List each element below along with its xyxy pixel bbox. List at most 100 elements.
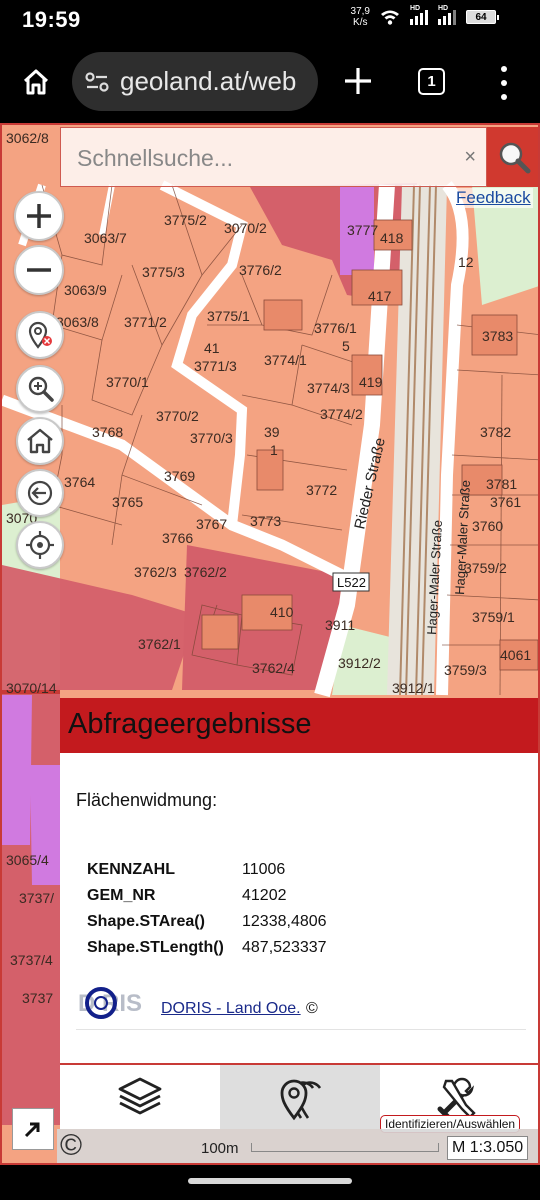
previous-extent-button[interactable]: [16, 469, 64, 517]
parcel-label: 3759/1: [472, 609, 515, 625]
parcel-label: 3737/4: [10, 952, 53, 968]
parcel-label: 3774/3: [307, 380, 350, 396]
parcel-label: 3762/1: [138, 636, 181, 652]
browser-toolbar: geoland.at/web 1: [0, 40, 540, 123]
url-text: geoland.at/web: [120, 66, 297, 96]
parcel-label: 3781: [486, 476, 517, 492]
arrow-expand-icon: [24, 1122, 40, 1138]
status-time: 19:59: [22, 7, 81, 32]
parcel-label: 418: [380, 230, 404, 246]
home-icon: [27, 428, 53, 454]
parcel-label: 3765: [112, 494, 143, 510]
crosshair-icon: [26, 531, 54, 559]
home-icon: [23, 69, 49, 95]
parcel-label: 3770/2: [156, 408, 199, 424]
new-tab-button[interactable]: [340, 60, 376, 100]
address-bar[interactable]: geoland.at/web: [72, 52, 318, 111]
status-bar: 19:59 37,9 K/s HD HD 64: [0, 0, 540, 40]
parcel-label: 39: [264, 424, 280, 440]
attribute-row: Shape.STLength() 487,523337: [87, 935, 526, 961]
copyright-icon[interactable]: ©: [60, 1131, 82, 1161]
results-section-label: Flächenwidmung:: [76, 790, 218, 810]
parcel-label: 3062/8: [6, 130, 49, 146]
attribute-row: GEM_NR 41202: [87, 883, 526, 909]
parcel-label: 3767: [196, 516, 227, 532]
search-button[interactable]: [487, 127, 538, 187]
parcel-label: 3768: [92, 424, 123, 440]
system-navigation-bar: [0, 1165, 540, 1200]
attribute-table: KENNZAHL 11006 GEM_NR 41202 Shape.STArea…: [87, 857, 526, 961]
attribute-key: Shape.STLength(): [87, 939, 224, 956]
signal-icon-1: HD: [410, 5, 428, 25]
parcel-label: 3775/2: [164, 212, 207, 228]
doris-logo: D RIS: [78, 987, 142, 1019]
parcel-label: 3776/1: [314, 320, 357, 336]
divider: [76, 1029, 526, 1030]
parcel-label: 3762/4: [252, 660, 295, 676]
map-view[interactable]: L522 Rieder Straße Hager-Maler Straße Ha…: [0, 123, 540, 1165]
layers-button[interactable]: [60, 1065, 220, 1129]
parcel-label: 3762/2: [184, 564, 227, 580]
attribute-value: 487,523337: [242, 939, 327, 956]
scale-strip: © 100m M 1:3.050: [57, 1129, 538, 1163]
parcel-label: 3769: [164, 468, 195, 484]
locate-me-button[interactable]: [16, 521, 64, 569]
attribute-key: Shape.STArea(): [87, 913, 205, 930]
attribute-row: KENNZAHL 11006: [87, 857, 526, 883]
parcel-label: 41: [204, 340, 220, 356]
feedback-link[interactable]: Feedback: [454, 188, 533, 208]
tab-switcher-button[interactable]: 1: [418, 68, 445, 95]
magnifier-plus-icon: [28, 376, 54, 402]
site-settings-icon[interactable]: [84, 69, 110, 95]
doris-source-link[interactable]: DORIS - Land Ooe.: [161, 1000, 301, 1018]
attribute-key: GEM_NR: [87, 887, 156, 904]
parcel-label: 3063/7: [84, 230, 127, 246]
attribute-value: 11006: [242, 861, 286, 878]
parcel-label: 3777: [347, 222, 378, 238]
network-speed: 37,9 K/s: [350, 6, 370, 28]
parcel-label: 3912/2: [338, 655, 381, 671]
parcel-label: 3762/3: [134, 564, 177, 580]
scale-bar: [251, 1143, 439, 1152]
tools-icon: [437, 1077, 476, 1119]
gesture-handle[interactable]: [188, 1178, 352, 1184]
search-input[interactable]: [77, 142, 457, 174]
back-arrow-icon: [27, 480, 53, 506]
scale-ratio[interactable]: M 1:3.050: [447, 1136, 529, 1160]
copyright-symbol: ©: [306, 1000, 318, 1017]
browser-menu-button[interactable]: [492, 66, 516, 100]
layers-icon: [118, 1077, 162, 1115]
signal-icon-2: HD: [438, 5, 456, 25]
scale-distance: 100m: [201, 1140, 239, 1157]
plus-icon: [345, 68, 371, 94]
parcel-label: 3773: [250, 513, 281, 529]
parcel-label: 12: [458, 254, 474, 270]
results-title: Abfrageergebnisse: [60, 698, 538, 753]
quick-search: ×: [60, 127, 487, 187]
parcel-label: 5: [342, 338, 350, 354]
expand-button[interactable]: [12, 1108, 54, 1150]
parcel-label: 417: [368, 288, 392, 304]
clear-marker-button[interactable]: [16, 311, 64, 359]
clear-search-icon[interactable]: ×: [464, 146, 476, 169]
identify-button[interactable]: [220, 1065, 380, 1129]
parcel-label: 4061: [500, 647, 531, 663]
zoom-in-button[interactable]: [14, 191, 64, 241]
query-results-panel: Abfrageergebnisse Flächenwidmung: KENNZA…: [60, 698, 538, 1063]
home-extent-button[interactable]: [16, 417, 64, 465]
parcel-label: 419: [359, 374, 383, 390]
pin-remove-icon: [28, 321, 52, 349]
zoom-out-button[interactable]: [14, 245, 64, 295]
parcel-label: 3737: [22, 990, 53, 1006]
parcel-label: 3911: [325, 617, 355, 633]
attribute-key: KENNZAHL: [87, 861, 175, 878]
parcel-label: 3063/9: [64, 282, 107, 298]
parcel-label: 3759/2: [464, 560, 507, 576]
plus-icon: [27, 204, 51, 228]
attribute-row: Shape.STArea() 12338,4806: [87, 909, 526, 935]
home-button[interactable]: [14, 60, 58, 104]
road-badge: L522: [337, 575, 366, 590]
zoom-area-button[interactable]: [16, 365, 64, 413]
parcel-label: 3782: [480, 424, 511, 440]
bottom-toolbar: Identifizieren/Auswählen: [60, 1063, 538, 1133]
